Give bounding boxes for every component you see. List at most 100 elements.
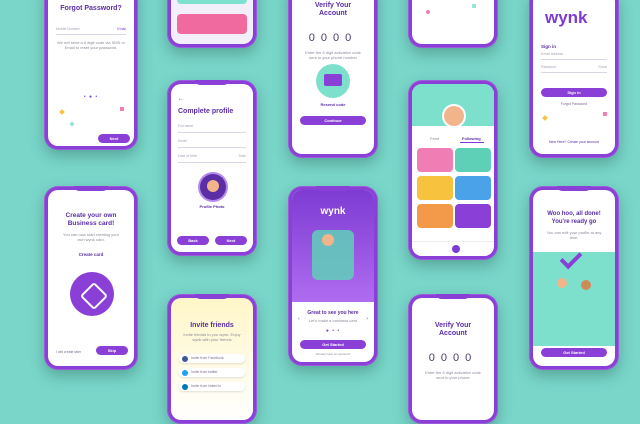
card-tile[interactable] bbox=[177, 14, 247, 34]
skip-button[interactable]: Skip bbox=[96, 346, 128, 355]
later-link[interactable]: I will create later bbox=[56, 350, 81, 354]
tab-underline bbox=[460, 142, 484, 143]
verify-bottom-title: Verify Your Account bbox=[434, 322, 472, 337]
user-card[interactable] bbox=[455, 148, 491, 172]
resend-code-link[interactable]: Resend code bbox=[292, 102, 374, 107]
welcome-logo: wynk bbox=[320, 206, 346, 217]
user-card[interactable] bbox=[417, 176, 453, 200]
page-dots: • ● • bbox=[83, 94, 99, 100]
back-button[interactable]: Back bbox=[177, 236, 209, 245]
done-title: Woo hoo, all done! You're ready go bbox=[547, 211, 601, 225]
password-input[interactable] bbox=[541, 72, 607, 73]
notch bbox=[195, 80, 229, 85]
invite-hint: Invite friends to you wynk. Enjoy wynk w… bbox=[183, 332, 241, 342]
dob-picker[interactable]: Date bbox=[239, 154, 246, 158]
profile-face bbox=[207, 180, 219, 192]
welcome-screen: wynk Great to see you here Let's make a … bbox=[292, 190, 374, 362]
user-card[interactable] bbox=[455, 176, 491, 200]
twitter-icon bbox=[182, 369, 188, 376]
notch bbox=[74, 186, 108, 191]
create-card-link[interactable]: Create card bbox=[48, 252, 134, 257]
welcome-subtitle: Let's make a business card bbox=[308, 318, 358, 323]
login-screen: wynk Sign in Email address Password Show… bbox=[533, 0, 615, 154]
nav-home-icon[interactable] bbox=[452, 245, 460, 253]
mobile-input[interactable] bbox=[56, 34, 126, 35]
card-title: Create your own Business card! bbox=[65, 212, 117, 227]
forgot-hint: We will send a 6 digit code via SMS or E… bbox=[57, 40, 125, 50]
next-button[interactable]: Next bbox=[98, 134, 130, 143]
wynk-logo: wynk bbox=[545, 8, 588, 27]
user-card[interactable] bbox=[417, 148, 453, 172]
facebook-icon bbox=[182, 355, 188, 362]
phone-login: wynk Sign in Email address Password Show… bbox=[529, 0, 619, 158]
prev-arrow-icon[interactable]: ‹ bbox=[298, 316, 300, 322]
dob-input[interactable] bbox=[178, 162, 246, 163]
continue-button[interactable]: Continue bbox=[300, 116, 366, 125]
forgot-screen: Forgot Password? Mobile Number Email We … bbox=[48, 0, 134, 146]
card-tile[interactable] bbox=[177, 0, 247, 4]
verify-hint: Enter the 6 digit activation code sent t… bbox=[305, 50, 361, 60]
profile-title: Complete profile bbox=[178, 108, 234, 115]
user-avatar[interactable] bbox=[444, 106, 464, 126]
phone-welcome: wynk Great to see you here Let's make a … bbox=[288, 186, 378, 366]
verify-bottom-code[interactable]: 0000 bbox=[412, 352, 494, 364]
confetti-shape bbox=[542, 115, 548, 121]
invite-facebook-label: Invite from Facebook bbox=[191, 356, 224, 360]
done-hint: You can edit your profile at any time. bbox=[546, 230, 602, 240]
user-card[interactable] bbox=[455, 204, 491, 228]
tab-following[interactable]: Following bbox=[462, 136, 481, 141]
clipped-screen bbox=[412, 0, 494, 44]
verify-bottom-hint: Enter the 6 digit activation code sent t… bbox=[425, 370, 481, 380]
invite-screen: Invite friends Invite friends to you wyn… bbox=[171, 298, 253, 420]
email-option[interactable]: Email bbox=[117, 27, 126, 31]
user-card[interactable] bbox=[417, 204, 453, 228]
back-arrow-icon[interactable]: ← bbox=[178, 96, 184, 102]
signin-footer-link[interactable]: Already have an account? bbox=[292, 352, 374, 356]
welcome-title: Great to see you here bbox=[307, 310, 359, 316]
create-account-link[interactable]: New Here? Create your account bbox=[533, 140, 615, 144]
email-input[interactable] bbox=[541, 59, 607, 60]
confetti-shape bbox=[70, 122, 74, 126]
invite-linkedin-row[interactable]: Invite from linked in bbox=[179, 382, 245, 391]
tab-feed[interactable]: Feed bbox=[430, 136, 439, 141]
notch bbox=[557, 186, 591, 191]
phone-forgot-password: Forgot Password? Mobile Number Email We … bbox=[44, 0, 138, 150]
email-label: Email address bbox=[541, 52, 564, 56]
phone-business-card: Create your own Business card! You can n… bbox=[44, 186, 138, 370]
hero-person bbox=[322, 234, 334, 246]
dob-label: Date of birth bbox=[178, 154, 198, 158]
password-label: Password bbox=[541, 65, 557, 69]
sign-in-heading: Sign in bbox=[541, 44, 556, 49]
invite-title: Invite friends bbox=[190, 322, 234, 329]
email-label: Email bbox=[178, 139, 187, 143]
show-password-toggle[interactable]: Show bbox=[598, 65, 607, 69]
cards-screen bbox=[171, 0, 253, 44]
notch bbox=[195, 294, 229, 299]
notch bbox=[436, 294, 470, 299]
notch bbox=[316, 186, 350, 191]
sign-in-button[interactable]: Sign in bbox=[541, 88, 607, 97]
next-button[interactable]: Next bbox=[215, 236, 247, 245]
verify-screen: Verify Your Account 0000 Enter the 6 dig… bbox=[292, 0, 374, 154]
get-started-button[interactable]: Get Started bbox=[541, 348, 607, 357]
done-illustration bbox=[533, 252, 615, 346]
linkedin-icon bbox=[182, 383, 188, 390]
confetti-shape bbox=[603, 112, 607, 116]
email-input[interactable] bbox=[178, 147, 246, 148]
phone-verify-bottom: Verify Your Account 0000 Enter the 6 dig… bbox=[408, 294, 498, 424]
verify-bottom-screen: Verify Your Account 0000 Enter the 6 dig… bbox=[412, 298, 494, 420]
phone-social-grid: Feed Following bbox=[408, 80, 498, 260]
get-started-button[interactable]: Get Started bbox=[300, 340, 366, 349]
invite-facebook-row[interactable]: Invite from Facebook bbox=[179, 354, 245, 363]
person-illustration bbox=[581, 280, 591, 290]
confetti-shape bbox=[59, 109, 65, 115]
social-screen: Feed Following bbox=[412, 84, 494, 256]
invite-twitter-row[interactable]: Invite from twitter bbox=[179, 368, 245, 377]
card-screen: Create your own Business card! You can n… bbox=[48, 190, 134, 366]
name-input[interactable] bbox=[178, 132, 246, 133]
envelope-icon bbox=[324, 74, 342, 86]
verify-code[interactable]: 0000 bbox=[292, 32, 374, 44]
forgot-password-link[interactable]: Forgot Password bbox=[533, 102, 615, 106]
phone-top-right-clipped bbox=[408, 0, 498, 48]
next-arrow-icon[interactable]: › bbox=[366, 316, 368, 322]
